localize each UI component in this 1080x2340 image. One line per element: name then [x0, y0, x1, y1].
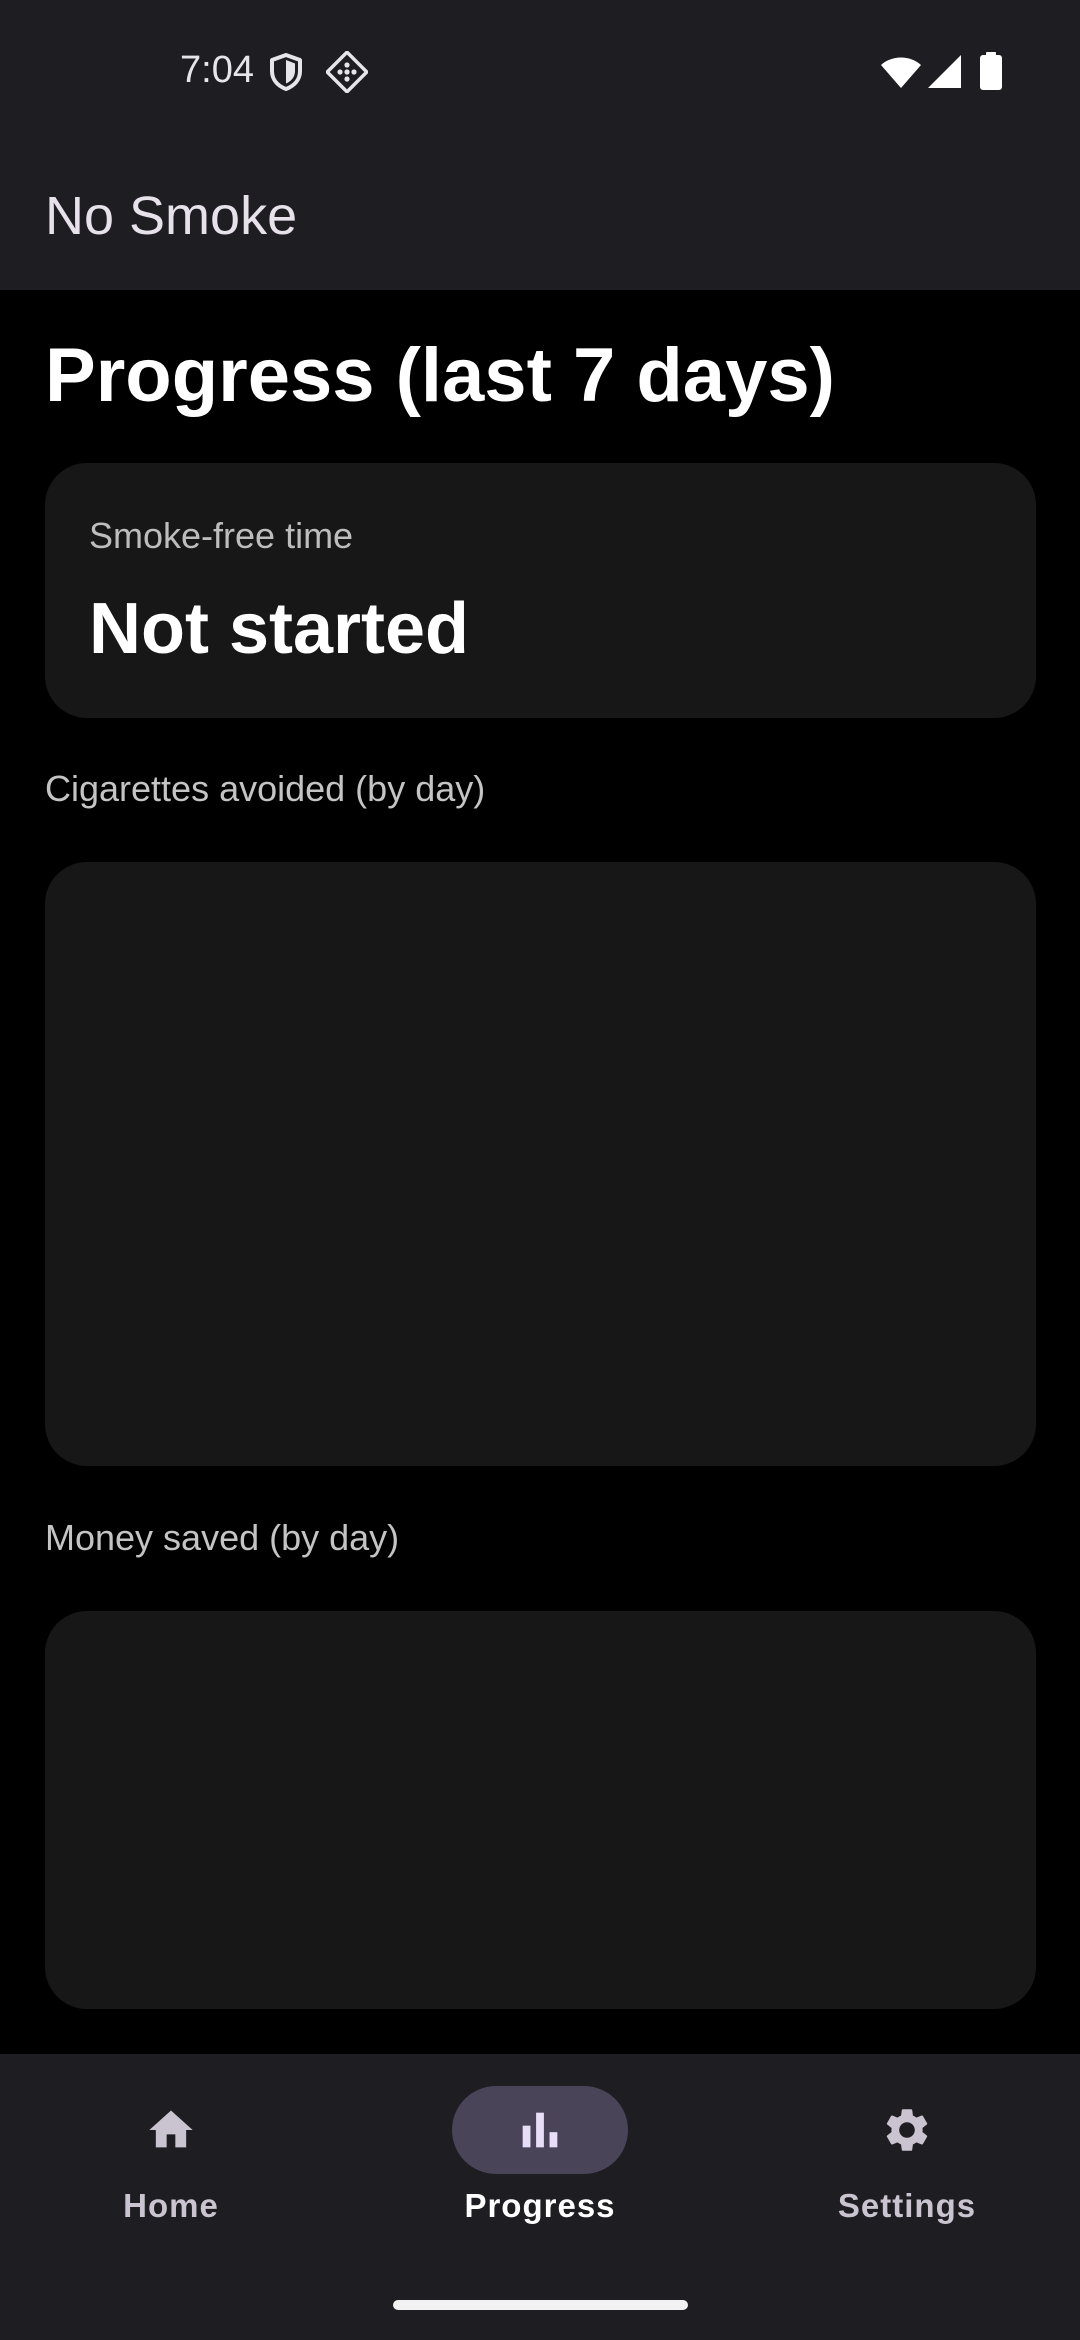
gear-icon — [886, 2109, 928, 2151]
home-icon — [149, 2110, 193, 2148]
nav-label-progress: Progress — [464, 2187, 616, 2224]
page-title: Progress (last 7 days) — [45, 333, 835, 418]
battery-icon — [980, 52, 1002, 90]
bar-chart-icon — [522, 2112, 558, 2148]
money-saved-label: Money saved (by day) — [45, 1517, 400, 1558]
bottom-navigation: Home Progress Settings — [0, 2054, 1080, 2340]
smoke-free-label: Smoke-free time — [89, 515, 354, 556]
app-title: No Smoke — [45, 186, 298, 246]
nav-item-progress[interactable]: Progress — [420, 2086, 660, 2246]
cigarettes-avoided-chart — [45, 862, 1036, 1466]
sparkle-grid-icon — [326, 51, 368, 93]
app-bar: No Smoke — [0, 140, 1080, 290]
wifi-icon — [881, 57, 921, 88]
cigarettes-avoided-label: Cigarettes avoided (by day) — [45, 768, 486, 809]
smoke-free-value: Not started — [89, 589, 470, 669]
signal-icon — [928, 55, 961, 88]
status-time: 7:04 — [180, 49, 254, 91]
gesture-home-indicator[interactable] — [393, 2300, 688, 2310]
smoke-free-card: Smoke-free time Not started — [45, 463, 1036, 718]
money-saved-chart — [45, 1611, 1036, 2009]
status-bar: 7:04 — [0, 0, 1080, 140]
nav-label-home: Home — [123, 2187, 219, 2224]
nav-label-settings: Settings — [837, 2187, 977, 2224]
shield-icon — [270, 53, 302, 91]
nav-item-home[interactable]: Home — [51, 2086, 291, 2246]
nav-item-settings[interactable]: Settings — [787, 2086, 1027, 2246]
